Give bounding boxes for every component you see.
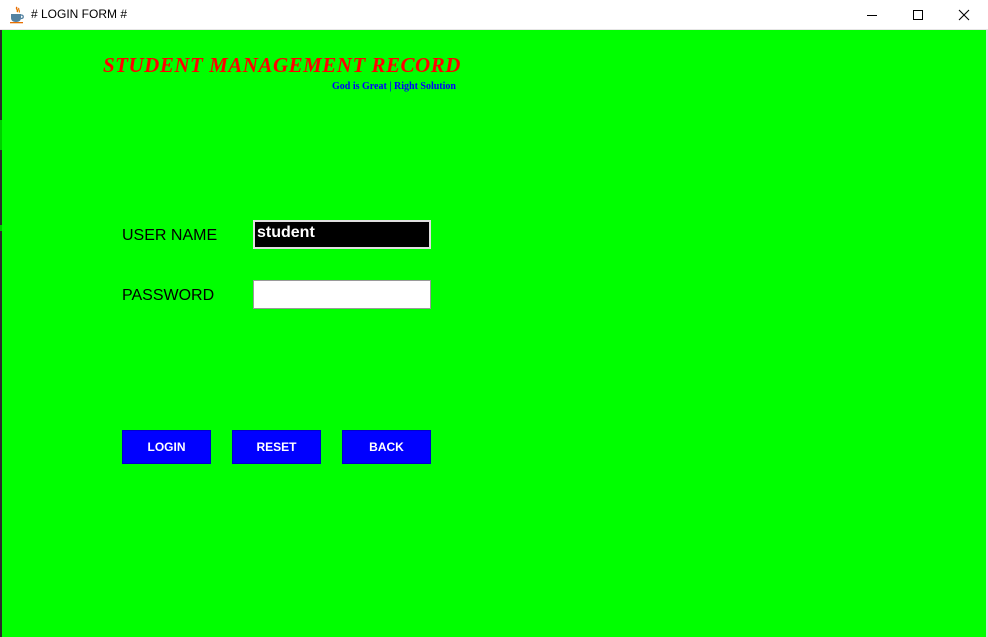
minimize-button[interactable] bbox=[849, 0, 895, 30]
form-panel: STUDENT MANAGEMENT RECORD God is Great |… bbox=[2, 30, 986, 637]
title-bar[interactable]: # LOGIN FORM # bbox=[0, 0, 988, 30]
java-coffee-icon bbox=[8, 6, 26, 24]
username-field[interactable] bbox=[253, 220, 431, 249]
close-button[interactable] bbox=[941, 0, 987, 30]
login-button[interactable]: LOGIN bbox=[122, 430, 211, 464]
username-label: USER NAME bbox=[122, 227, 218, 244]
minimize-icon bbox=[866, 9, 878, 21]
password-label: PASSWORD bbox=[122, 287, 215, 304]
maximize-button[interactable] bbox=[895, 0, 941, 30]
app-tagline: God is Great | Right Solution bbox=[332, 81, 456, 92]
password-field[interactable] bbox=[253, 280, 431, 309]
close-icon bbox=[958, 9, 970, 21]
app-heading: STUDENT MANAGEMENT RECORD bbox=[103, 53, 461, 77]
reset-button[interactable]: RESET bbox=[232, 430, 321, 464]
window-title: # LOGIN FORM # bbox=[31, 7, 128, 21]
login-window: # LOGIN FORM # STUDENT MANAGEMENT RECORD… bbox=[0, 0, 988, 637]
maximize-icon bbox=[912, 9, 924, 21]
back-button[interactable]: BACK bbox=[342, 430, 431, 464]
